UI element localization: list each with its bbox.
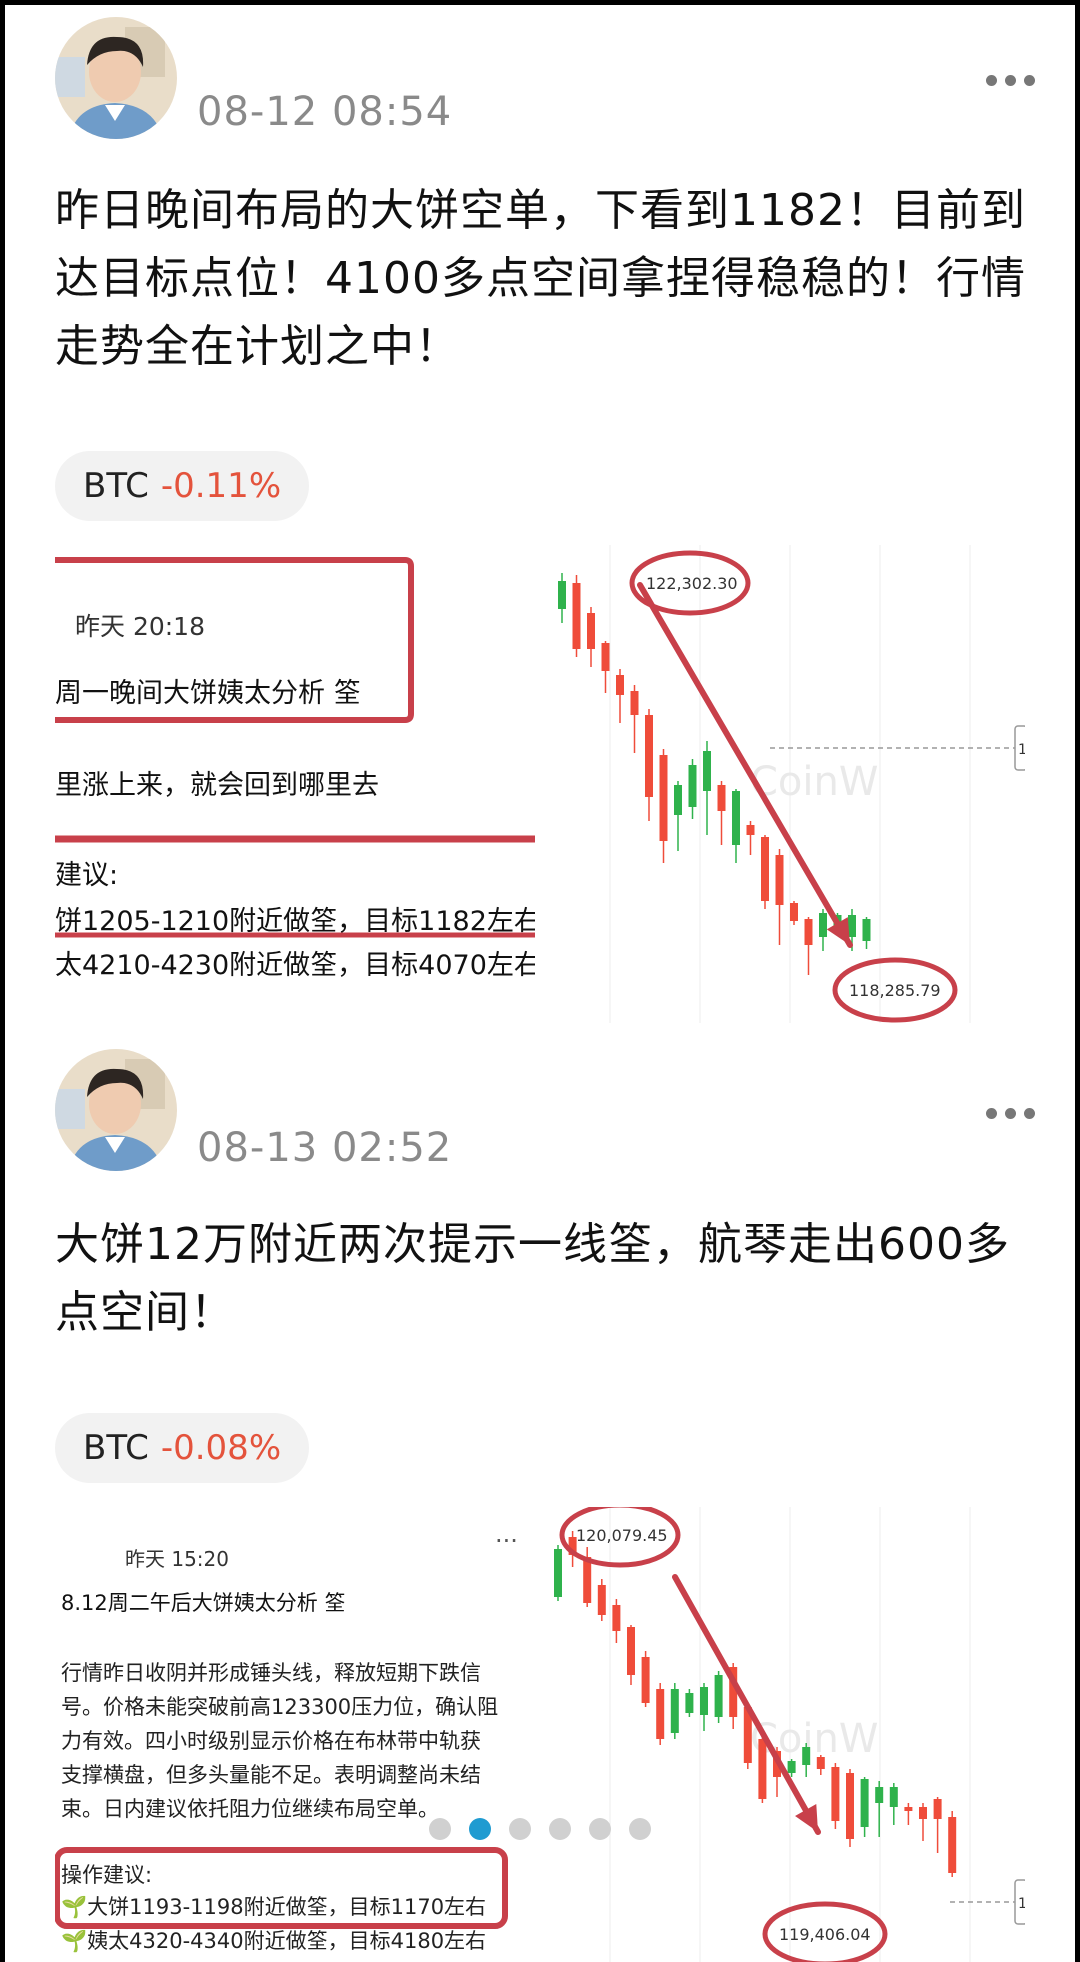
candle [656,1689,665,1739]
ticker-change: -0.11% [160,466,282,506]
candle [717,785,726,811]
carousel-dot[interactable] [469,1818,491,1840]
ticker-chip[interactable]: BTC -0.08% [55,1413,310,1483]
candle [659,755,668,841]
annotation-boxes [55,1847,508,1929]
post-timestamp: 08-12 08:54 [197,89,453,135]
chart-watermark: CoinW [750,759,878,805]
candlestick-chart: CoinW1120,079.45119,406.04 [554,1507,1025,1962]
high-price-label: 120,079.45 [576,1526,668,1545]
candle [889,1787,898,1807]
candle [558,581,566,609]
candle [746,825,755,835]
candle [758,1739,767,1799]
candle [627,1627,635,1675]
more-options-icon[interactable] [986,75,1035,86]
analysis-screenshot: 昨天 20:18 周一晚间大饼姨太分析 筌 里涨上来，就会回到哪里去 建议: 饼… [55,545,535,1023]
low-price-label: 119,406.04 [779,1925,871,1944]
analysis-screenshot: ··· 昨天 15:20 8.12周二午后大饼姨太分析 筌 行情昨日收阴并形成锤… [55,1507,535,1962]
candle [875,1787,884,1803]
ticker-symbol: BTC [83,466,149,506]
candle [732,791,740,845]
avatar[interactable] [55,1049,177,1171]
price-tag-text: 1 [1018,1896,1025,1912]
candle [554,1549,562,1597]
candle [933,1799,942,1819]
candle [862,919,871,941]
annotation-boxes [55,557,535,938]
price-tag-text: 1 [1018,742,1025,758]
candle [583,1557,592,1603]
candle [848,915,856,937]
carousel-dot[interactable] [509,1818,531,1840]
candle [616,675,624,695]
candle [804,919,813,945]
carousel-indicator [5,1818,1075,1840]
candle [819,913,827,937]
candle [670,1689,679,1733]
ticker-symbol: BTC [83,1428,149,1468]
candle [688,765,697,807]
candle [630,691,639,715]
candle [612,1605,621,1631]
feed-screen: 08-12 08:54 昨日晚间布局的大饼空单，下看到1182！目前到达目标点位… [5,5,1075,1962]
candle [700,1687,708,1715]
post-text: 昨日晚间布局的大饼空单，下看到1182！目前到达目标点位！4100多点空间拿捏得… [55,185,1026,372]
candle [816,1757,825,1769]
candle [761,837,769,901]
candle [703,751,711,791]
carousel-dot[interactable] [629,1818,651,1840]
post-text: 大饼12万附近两次提示一线筌，航琴走出600多点空间！ [55,1219,1010,1338]
carousel-dot[interactable] [589,1818,611,1840]
post-timestamp: 08-13 02:52 [197,1125,453,1171]
candle [790,903,798,921]
candlestick-chart: CoinW 1 122,302.30 118,285.79 [558,545,1025,1023]
candle [685,1693,694,1713]
post-image[interactable]: 昨天 20:18 周一晚间大饼姨太分析 筌 里涨上来，就会回到哪里去 建议: 饼… [55,545,1025,1023]
trend-arrow [672,1574,821,1835]
candle [787,1761,796,1773]
post-image[interactable]: ··· 昨天 15:20 8.12周二午后大饼姨太分析 筌 行情昨日收阴并形成锤… [55,1507,1025,1962]
avatar[interactable] [55,17,177,139]
carousel-dot[interactable] [429,1818,451,1840]
candle [904,1807,913,1811]
candle [587,613,595,649]
candle [831,1767,840,1821]
candle [597,1585,606,1615]
candle [601,643,610,671]
carousel-dot[interactable] [549,1818,571,1840]
candle [714,1675,723,1717]
more-options-icon[interactable] [986,1108,1035,1119]
candle [775,855,784,905]
candle [674,785,682,815]
low-price-label: 118,285.79 [849,981,941,1000]
candle [645,715,653,797]
ticker-change: -0.08% [160,1428,282,1468]
candle [572,583,581,649]
candle [641,1657,650,1703]
candle [802,1747,811,1765]
ticker-chip[interactable]: BTC -0.11% [55,451,310,521]
high-price-label: 122,302.30 [646,574,738,593]
